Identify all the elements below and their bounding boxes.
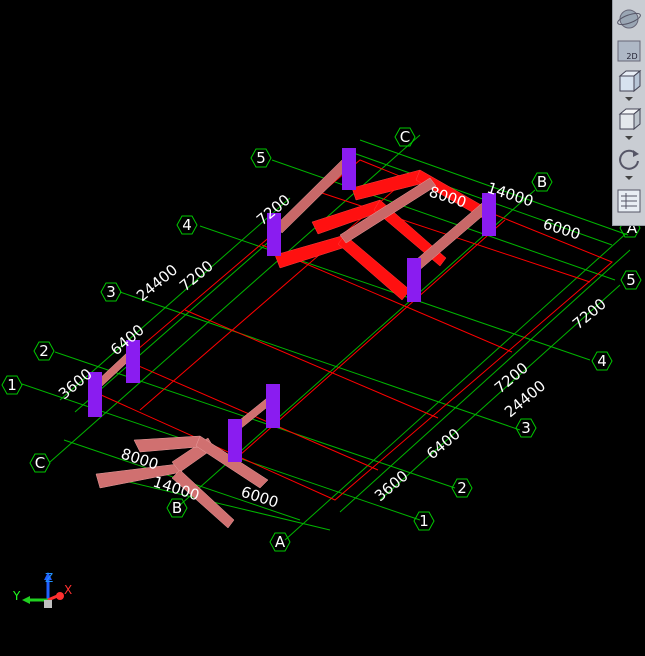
- grid-label: 2: [457, 479, 467, 497]
- dimension-label: 8000: [427, 183, 469, 212]
- grid-label: C: [400, 128, 410, 146]
- grid-label: A: [275, 533, 286, 551]
- axis-triad: Z Y X: [12, 571, 72, 608]
- chevron-down-icon[interactable]: [625, 176, 633, 180]
- view-cube-icon[interactable]: [616, 68, 643, 94]
- grid-label: 2: [39, 342, 49, 360]
- grid-label: B: [537, 173, 547, 191]
- column: [342, 148, 356, 190]
- chevron-down-icon[interactable]: [625, 136, 633, 140]
- 3d-viewport[interactable]: 5 4 3 2 1 C B A 5 4 3 2 1 C B A 7200 244…: [0, 0, 645, 656]
- grid-label: 1: [419, 512, 429, 530]
- view-settings-icon[interactable]: [616, 188, 643, 214]
- chevron-down-icon[interactable]: [625, 97, 633, 101]
- grid-label: 5: [256, 149, 266, 167]
- rotate-icon[interactable]: [616, 146, 643, 172]
- grid-label: 4: [597, 352, 607, 370]
- column: [407, 258, 421, 302]
- axis-label-z: Z: [45, 571, 53, 585]
- view-toolbar: 2D: [612, 0, 645, 226]
- column: [228, 419, 242, 462]
- grid-label: 4: [182, 216, 192, 234]
- dimension-label: 3600: [371, 467, 412, 505]
- dimension-label: 6000: [541, 215, 583, 244]
- grid-label: 1: [7, 376, 17, 394]
- dimension-label: 7200: [569, 295, 610, 333]
- grid-label: 5: [626, 271, 636, 289]
- view-2d-label: 2D: [626, 52, 637, 61]
- grid-label: 3: [106, 283, 116, 301]
- orbit-globe-icon[interactable]: [616, 6, 643, 32]
- view-2d-button[interactable]: 2D: [616, 39, 643, 65]
- column: [482, 193, 496, 236]
- grid-label: C: [35, 454, 45, 472]
- dimension-label: 7200: [176, 257, 217, 295]
- dimension-label: 24400: [133, 261, 181, 305]
- dimension-label: 6000: [239, 483, 281, 512]
- shaded-cube-icon[interactable]: [616, 106, 643, 132]
- axis-label-y: Y: [12, 589, 21, 603]
- axis-label-x: X: [64, 583, 72, 597]
- column: [266, 384, 280, 428]
- grid-label: B: [172, 499, 182, 517]
- grid-label: 3: [521, 419, 531, 437]
